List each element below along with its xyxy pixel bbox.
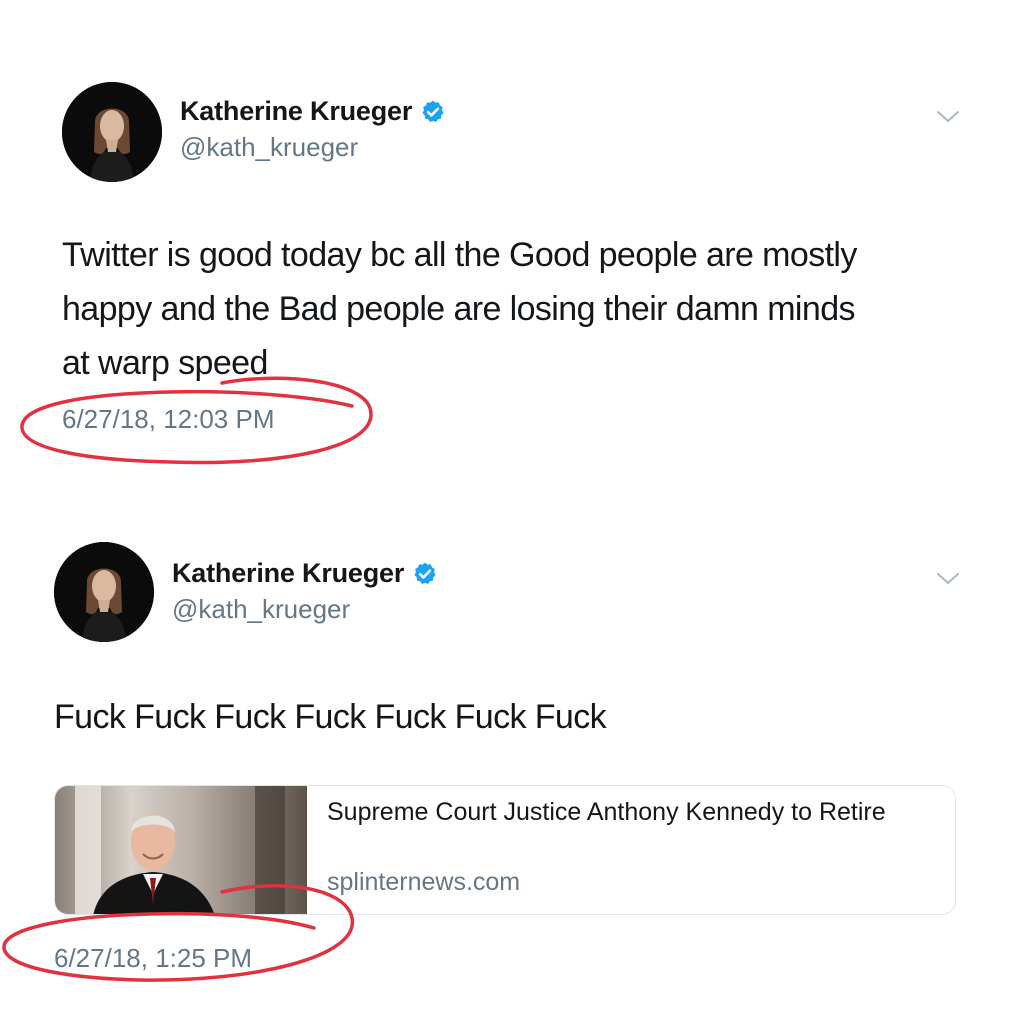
chevron-down-icon[interactable] xyxy=(936,572,960,586)
link-card-domain[interactable]: splinternews.com xyxy=(327,868,520,897)
author-name[interactable]: Katherine Krueger xyxy=(172,558,404,589)
tweet-2: Katherine Krueger @kath_krueger Fuck Fuc… xyxy=(0,0,1024,1022)
author-handle[interactable]: @kath_krueger xyxy=(172,594,350,625)
link-preview-card[interactable]: Supreme Court Justice Anthony Kennedy to… xyxy=(54,785,956,915)
tweet-text-line: Fuck Fuck Fuck Fuck Fuck Fuck Fuck xyxy=(54,698,607,736)
link-card-thumbnail xyxy=(55,786,307,914)
author-name-row: Katherine Krueger xyxy=(172,558,438,589)
tweet-text: Fuck Fuck Fuck Fuck Fuck Fuck Fuck xyxy=(54,690,607,744)
link-card-title[interactable]: Supreme Court Justice Anthony Kennedy to… xyxy=(327,794,927,830)
verified-badge-icon xyxy=(414,562,436,584)
avatar-portrait-icon xyxy=(54,542,154,642)
tweet-timestamp[interactable]: 6/27/18, 1:25 PM xyxy=(54,943,252,974)
author-avatar[interactable] xyxy=(54,542,154,642)
